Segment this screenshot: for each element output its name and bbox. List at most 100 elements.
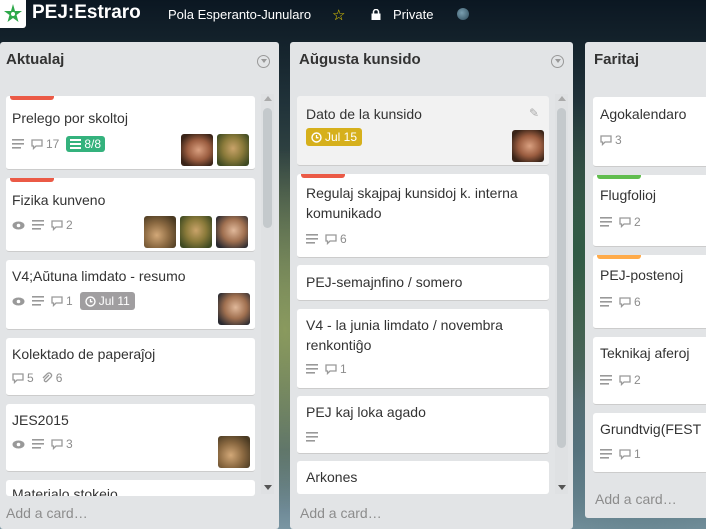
privacy-button[interactable]: Private	[393, 7, 433, 22]
comment-count: 2	[634, 215, 641, 229]
avatar[interactable]	[180, 216, 212, 248]
card-badges: Jul 15	[306, 128, 363, 146]
comment-icon	[325, 233, 337, 245]
comment-count: 1	[340, 362, 347, 376]
scroll-up-icon[interactable]	[558, 96, 566, 101]
card-grundtvig[interactable]: Grundtvig(FEST 1	[593, 413, 706, 473]
avatar[interactable]	[144, 216, 176, 248]
comment-count: 1	[634, 447, 641, 461]
card-jes2015[interactable]: JES2015 3	[6, 404, 255, 472]
clock-icon	[311, 131, 322, 143]
comment-icon	[51, 295, 63, 307]
description-icon	[600, 449, 612, 459]
card-title: Agokalendaro	[600, 106, 687, 122]
card-title: JES2015	[12, 412, 69, 428]
scroll-down-icon[interactable]	[558, 485, 566, 490]
org-name-link[interactable]: Pola Esperanto-Junularo	[168, 7, 311, 22]
card-badges: 6	[306, 232, 347, 246]
card-flugfolioj[interactable]: Flugfolioj 2	[593, 175, 706, 247]
list-faritaj: Faritaj Agokalendaro 3 Flugfolioj 2 PEJ-…	[585, 42, 706, 518]
list-title[interactable]: Faritaj	[594, 51, 639, 68]
card-agokalendaro[interactable]: Agokalendaro 3	[593, 97, 706, 167]
card-title: V4 - la junia limdato / novembra renkont…	[306, 317, 503, 353]
list-menu-icon[interactable]	[551, 55, 564, 68]
card-materialo-stokejo[interactable]: Materialo stokejo	[6, 480, 255, 496]
card-arkones[interactable]: Arkones	[297, 461, 549, 494]
edit-pencil-icon[interactable]: ✎	[529, 106, 539, 120]
card-dato-de-la-kunsido[interactable]: Dato de la kunsido ✎ Jul 15	[297, 96, 549, 166]
comment-badge: 6	[619, 295, 641, 309]
due-date-badge: Jul 11	[79, 292, 135, 310]
comment-icon	[619, 374, 631, 386]
card-title: Regulaj skajpaj kunsidoj k. interna komu…	[306, 185, 518, 221]
card-prelego-por-skoltoj[interactable]: Prelego por skoltoj 17 8/8	[6, 96, 255, 170]
add-card-button[interactable]: Add a card…	[6, 505, 88, 521]
due-date: Jul 11	[98, 294, 130, 308]
card-teknikaj-aferoj[interactable]: Teknikaj aferoj 2	[593, 337, 706, 405]
avatar[interactable]	[216, 216, 248, 248]
avatar[interactable]	[218, 293, 250, 325]
list-menu-icon[interactable]	[257, 55, 270, 68]
card-badges: 1 Jul 11	[12, 292, 135, 310]
paperclip-icon	[42, 372, 52, 383]
card-fizika-kunveno[interactable]: Fizika kunveno 2	[6, 178, 255, 252]
card-label-orange	[597, 255, 641, 259]
scroll-up-icon[interactable]	[264, 96, 272, 101]
card-regulaj-skajpaj-kunsidoj[interactable]: Regulaj skajpaj kunsidoj k. interna komu…	[297, 174, 549, 258]
comment-count: 1	[66, 294, 73, 308]
card-label-green	[597, 175, 641, 179]
comment-count: 2	[634, 373, 641, 387]
comment-icon	[619, 448, 631, 460]
card-title: Flugfolioj	[600, 187, 657, 203]
list-aktualaj: Aktualaj Prelego por skoltoj 17 8/8 Fizi…	[0, 42, 279, 529]
comment-count: 6	[634, 295, 641, 309]
card-v4-junia-limdato[interactable]: V4 - la junia limdato / novembra renkont…	[297, 309, 549, 389]
card-members	[512, 130, 544, 162]
star-icon[interactable]: ☆	[332, 6, 345, 24]
card-title: Grundtvig(FEST	[600, 421, 702, 437]
comment-badge: 17	[31, 137, 59, 151]
comment-badge: 1	[325, 362, 347, 376]
avatar[interactable]	[512, 130, 544, 162]
list-title[interactable]: Aŭgusta kunsido	[299, 51, 421, 68]
eye-icon	[12, 440, 25, 449]
board-title[interactable]: PEJ:Estraro	[32, 2, 141, 24]
scroll-thumb[interactable]	[557, 108, 566, 448]
list-header: Aŭgusta kunsido	[290, 42, 573, 82]
card-pej-semajnfino[interactable]: PEJ-semajnfino / somero	[297, 265, 549, 301]
card-v4-autuna-limdato[interactable]: V4;Aŭtuna limdato - resumo 1 Jul 11	[6, 260, 255, 330]
list-scrollbar[interactable]	[261, 94, 274, 494]
card-pej-postenoj[interactable]: PEJ-postenoj 6	[593, 255, 706, 329]
comment-count: 6	[340, 232, 347, 246]
attachment-count: 6	[55, 371, 63, 385]
lock-icon	[371, 9, 381, 20]
comment-badge: 3	[51, 437, 73, 451]
board-logo-icon[interactable]	[0, 0, 26, 28]
list-scrollbar[interactable]	[555, 94, 568, 494]
list-title[interactable]: Aktualaj	[6, 51, 64, 68]
card-members	[144, 216, 248, 248]
description-icon	[600, 217, 612, 227]
comment-count: 3	[615, 133, 622, 147]
subscribe-icon[interactable]	[457, 8, 469, 20]
avatar[interactable]	[181, 134, 213, 166]
scroll-down-icon[interactable]	[264, 485, 272, 490]
avatar[interactable]	[218, 436, 250, 468]
card-badges: 1	[306, 362, 347, 376]
card-members	[218, 293, 250, 325]
scroll-thumb[interactable]	[263, 108, 272, 228]
comment-icon	[619, 296, 631, 308]
add-card-button[interactable]: Add a card…	[595, 491, 677, 507]
checklist-badge: 8/8	[66, 136, 106, 152]
comment-badge: 5	[12, 371, 34, 385]
comment-badge: 2	[619, 215, 641, 229]
comment-count: 17	[46, 137, 60, 151]
card-kolektado-de-paperajoj[interactable]: Kolektado de paperaĵoj 5 6	[6, 338, 255, 396]
card-badges: 17 8/8	[12, 136, 106, 152]
card-title: Teknikaj aferoj	[600, 345, 690, 361]
avatar[interactable]	[217, 134, 249, 166]
clock-icon	[84, 295, 96, 307]
add-card-button[interactable]: Add a card…	[300, 505, 382, 521]
description-icon	[306, 432, 318, 442]
card-pej-kaj-loka-agado[interactable]: PEJ kaj loka agado	[297, 396, 549, 454]
